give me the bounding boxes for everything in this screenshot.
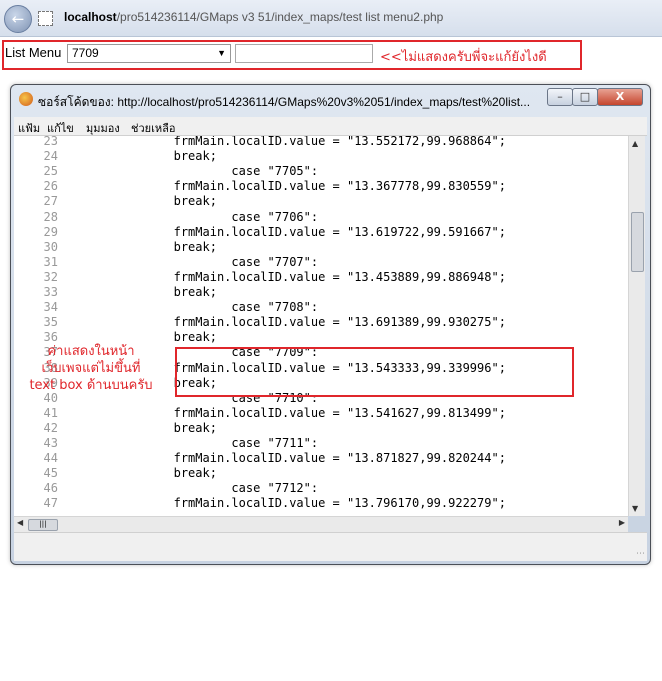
code-text: frmMain.localID.value = "13.871827,99.82… [58, 451, 506, 466]
code-text: case "7712": [58, 481, 319, 496]
line-number: 42 [43, 420, 58, 435]
line-number: 44 [43, 451, 58, 466]
code-text: break; [58, 149, 217, 164]
menu-file[interactable]: แฟ้ม [18, 119, 40, 137]
page-icon [38, 11, 53, 26]
minimize-icon[interactable]: – [547, 88, 573, 106]
code-line: 45 break; [14, 466, 217, 481]
code-line: 25 case "7705": [14, 164, 319, 179]
code-line: 34 case "7708": [14, 300, 319, 315]
source-code-area[interactable]: 23 frmMain.localID.value = "13.552172,99… [14, 136, 628, 516]
url-path: /pro514236114/GMaps v3 51/index_maps/tes… [116, 10, 444, 24]
code-text: case "7711": [58, 436, 319, 450]
status-bar: ⋯ [14, 532, 647, 561]
line-number: 23 [43, 136, 58, 148]
code-text: break; [58, 285, 217, 299]
code-line: 43 case "7711": [14, 436, 319, 451]
horizontal-scroll-thumb[interactable]: ||| [28, 519, 58, 531]
list-menu-label: List Menu [5, 45, 62, 60]
menu-help[interactable]: ช่วยเหลือ [131, 119, 175, 137]
url-host: localhost [64, 10, 117, 24]
code-text: case "7707": [58, 254, 319, 269]
vertical-scroll-thumb[interactable] [631, 212, 644, 272]
line-number: 31 [43, 254, 58, 269]
code-text: frmMain.localID.value = "13.541627,99.81… [58, 405, 506, 420]
line-number: 28 [43, 209, 58, 224]
view-source-window: ซอร์สโค้ดของ: http://localhost/pro514236… [10, 84, 651, 565]
window-title: ซอร์สโค้ดของ: http://localhost/pro514236… [38, 95, 531, 109]
line-number: 34 [43, 300, 58, 315]
code-line: 32 frmMain.localID.value = "13.453889,99… [14, 270, 506, 285]
line-number: 43 [43, 436, 58, 450]
code-line: 24 break; [14, 149, 217, 164]
code-line: 42 break; [14, 421, 217, 436]
line-number: 25 [43, 164, 58, 179]
menu-bar: แฟ้ม แก้ไข มุมมอง ช่วยเหลือ [14, 117, 647, 136]
line-number: 33 [43, 285, 58, 299]
code-line: 33 break; [14, 285, 217, 300]
code-text: frmMain.localID.value = "13.619722,99.59… [58, 224, 506, 239]
line-number: 24 [43, 149, 58, 164]
list-menu-select[interactable]: 7709 ▼ [67, 44, 231, 63]
code-line: 27 break; [14, 194, 217, 209]
line-number: 46 [43, 481, 58, 496]
code-line: 44 frmMain.localID.value = "13.871827,99… [14, 451, 506, 466]
scroll-right-icon[interactable]: ▶ [619, 518, 625, 527]
line-number: 47 [43, 496, 58, 511]
code-text: frmMain.localID.value = "13.691389,99.93… [58, 315, 506, 330]
code-text: case "7708": [58, 300, 319, 315]
code-text: frmMain.localID.value = "13.367778,99.83… [58, 179, 506, 194]
top-annotation: <<ไม่แสดงครับพี่จะแก้ยังไงดี [380, 50, 547, 65]
horizontal-scrollbar[interactable]: ◀ ||| ▶ [14, 516, 628, 532]
back-arrow-icon[interactable]: ← [4, 5, 32, 33]
chevron-down-icon: ▼ [217, 48, 226, 58]
code-line: 23 frmMain.localID.value = "13.552172,99… [14, 136, 506, 149]
line-number: 26 [43, 179, 58, 194]
code-line: 31 case "7707": [14, 254, 319, 270]
code-text: break; [58, 466, 217, 481]
menu-edit[interactable]: แก้ไข [47, 119, 74, 137]
left-annotation: ค่าแสดงในหน้าเว็บเพจแต่ไม่ขึ้นที่ text b… [29, 344, 153, 393]
line-number: 45 [43, 466, 58, 481]
close-icon[interactable]: X [597, 88, 643, 106]
select-value: 7709 [72, 46, 99, 60]
line-number: 32 [43, 269, 58, 284]
line-number: 41 [43, 405, 58, 420]
menu-view[interactable]: มุมมอง [86, 119, 120, 137]
code-text: frmMain.localID.value = "13.552172,99.96… [58, 136, 506, 148]
address-bar[interactable]: localhost/pro514236114/GMaps v3 51/index… [64, 10, 443, 24]
line-number: 27 [43, 194, 58, 209]
location-textbox[interactable] [235, 44, 373, 63]
browser-toolbar: ← localhost/pro514236114/GMaps v3 51/ind… [0, 0, 662, 37]
code-line: 29 frmMain.localID.value = "13.619722,99… [14, 225, 506, 240]
code-text: break; [58, 239, 217, 254]
code-line: 41 frmMain.localID.value = "13.541627,99… [14, 406, 506, 421]
resize-grip-icon[interactable]: ⋯ [636, 549, 645, 559]
code-text: case "7706": [58, 209, 319, 224]
code-text: frmMain.localID.value = "13.453889,99.88… [58, 269, 506, 284]
scroll-up-icon[interactable]: ▲ [632, 139, 638, 148]
code-line: 47 frmMain.localID.value = "13.796170,99… [14, 496, 506, 511]
code-line: 46 case "7712": [14, 481, 319, 496]
code-line: 30 break; [14, 240, 217, 255]
code-text: break; [58, 420, 217, 435]
code-line: 35 frmMain.localID.value = "13.691389,99… [14, 315, 506, 330]
line-number: 29 [43, 224, 58, 239]
maximize-icon[interactable]: □ [572, 88, 598, 106]
code-text: case "7705": [58, 164, 319, 179]
firefox-icon [19, 92, 33, 106]
line-number: 35 [43, 315, 58, 330]
line-number: 30 [43, 239, 58, 254]
code-line: 28 case "7706": [14, 209, 319, 225]
code-line: 26 frmMain.localID.value = "13.367778,99… [14, 179, 506, 194]
code-text: break; [58, 194, 217, 209]
vertical-scrollbar[interactable]: ▲ ▼ [628, 136, 645, 516]
scroll-down-icon[interactable]: ▼ [632, 504, 638, 513]
scroll-left-icon[interactable]: ◀ [17, 518, 23, 527]
code-text: frmMain.localID.value = "13.796170,99.92… [58, 496, 506, 511]
